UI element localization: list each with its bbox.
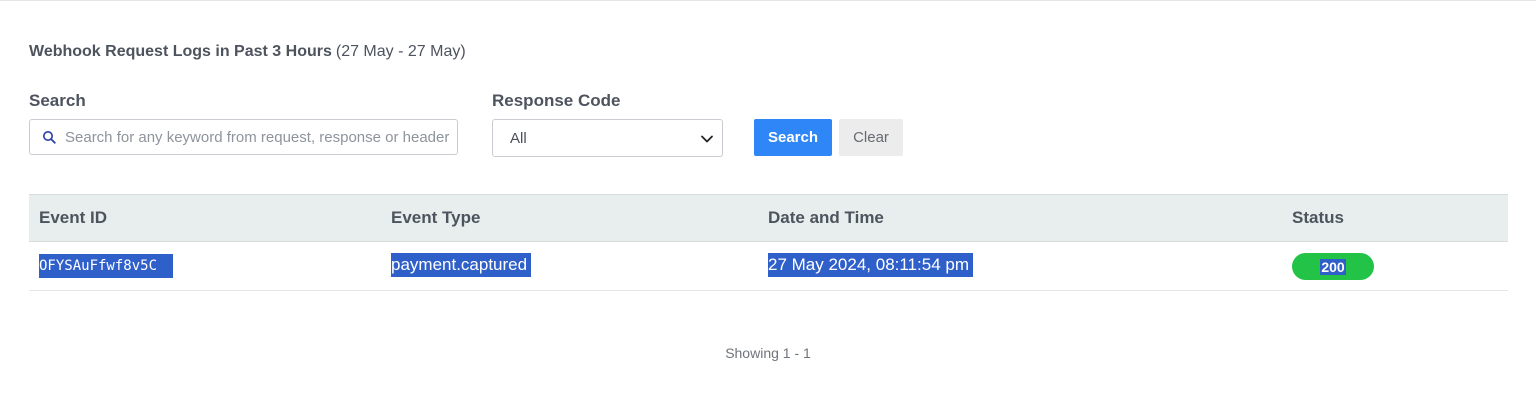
column-header-status: Status bbox=[1292, 208, 1344, 227]
title-text: Webhook Request Logs in Past 3 Hours bbox=[29, 43, 332, 60]
pagination-text: Showing 1 - 1 bbox=[725, 345, 811, 361]
webhook-logs-panel: Webhook Request Logs in Past 3 Hours (27 … bbox=[29, 0, 1508, 401]
clear-button[interactable]: Clear bbox=[839, 119, 903, 156]
table-header: Event ID Event Type Date and Time Status bbox=[29, 194, 1508, 242]
event-type-cell: payment.captured bbox=[391, 253, 532, 277]
column-header-date-time: Date and Time bbox=[768, 208, 884, 227]
chevron-down-icon bbox=[701, 135, 713, 143]
event-id-cell[interactable]: OFYSAuFfwf8v5C bbox=[39, 254, 174, 278]
date-range: (27 May - 27 May) bbox=[335, 43, 466, 60]
column-header-event-type: Event Type bbox=[391, 208, 481, 227]
column-header-event-id: Event ID bbox=[39, 208, 108, 227]
status-code: 200 bbox=[1320, 258, 1346, 275]
response-code-label: Response Code bbox=[492, 91, 621, 110]
webhook-logs-table: Event ID Event Type Date and Time Status… bbox=[29, 194, 1508, 291]
search-input[interactable] bbox=[65, 120, 450, 154]
response-code-value: All bbox=[510, 130, 527, 147]
date-time-cell: 27 May 2024, 08:11:54 pm bbox=[768, 253, 973, 277]
search-label: Search bbox=[29, 91, 86, 110]
table-row[interactable]: OFYSAuFfwf8v5C payment.captured 27 May 2… bbox=[29, 242, 1508, 291]
event-id: OFYSAuFfwf8v5C bbox=[39, 254, 174, 278]
date-time: 27 May 2024, 08:11:54 pm bbox=[768, 253, 973, 277]
search-button[interactable]: Search bbox=[754, 119, 832, 156]
search-field[interactable] bbox=[29, 119, 458, 155]
event-type: payment.captured bbox=[391, 253, 532, 277]
response-code-select[interactable]: All bbox=[492, 119, 723, 157]
status-badge: 200 bbox=[1292, 253, 1374, 280]
search-icon bbox=[43, 131, 56, 144]
page-title: Webhook Request Logs in Past 3 Hours (27 … bbox=[29, 43, 466, 61]
